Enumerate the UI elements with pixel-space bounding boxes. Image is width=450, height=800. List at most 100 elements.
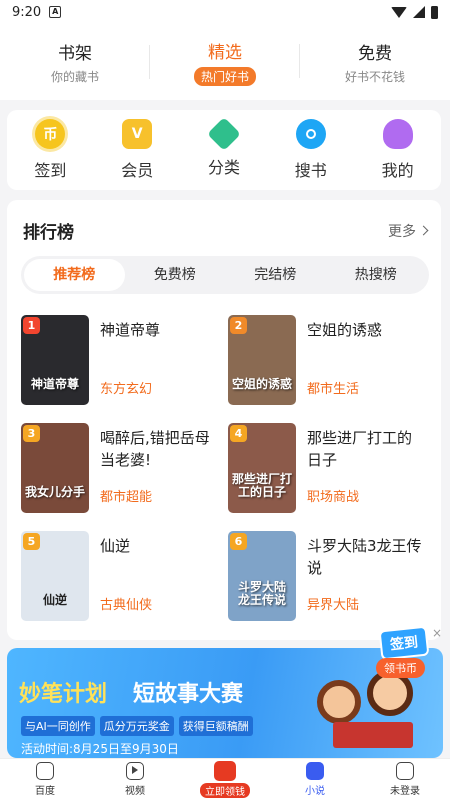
float-sign-label: 签到 [378, 625, 430, 661]
book-cover: 5 仙逆 [21, 531, 89, 621]
banner-pill: 获得巨额稿酬 [178, 716, 253, 736]
nav-label: 未登录 [390, 786, 420, 797]
status-bar: 9:20 A [0, 0, 450, 24]
banner-pills: 与AI一同创作 瓜分万元奖金 获得巨额稿酬 [21, 716, 253, 736]
rank-badge: 6 [230, 533, 247, 550]
tab-title: 免费 [358, 44, 392, 64]
nav-video[interactable]: 视频 [90, 759, 180, 800]
book-tag: 异界大陆 [307, 598, 360, 613]
top-tabs: 书架 你的藏书 精选 热门好书 免费 好书不花钱 [0, 24, 450, 100]
quick-search[interactable]: 搜书 [267, 119, 354, 181]
ranking-header: 排行榜 更多 [23, 218, 429, 243]
book-tag: 东方玄幻 [100, 382, 153, 397]
floating-sign-in-badge[interactable]: 签到 领书币 [376, 625, 438, 680]
category-layers-icon [207, 117, 241, 151]
tab-bookshelf[interactable]: 书架 你的藏书 [0, 39, 150, 85]
nav-baidu[interactable]: 百度 [0, 759, 90, 800]
book-tag: 古典仙侠 [100, 598, 153, 613]
close-icon[interactable]: × [432, 626, 442, 640]
banner-headline: 短故事大赛 [133, 682, 244, 707]
book-cover: 6 斗罗大陆 龙王传说 [228, 531, 296, 621]
banner-brand: 妙笔计划 [19, 682, 108, 707]
book-tag: 都市超能 [100, 490, 153, 505]
book-item[interactable]: 4 那些进厂打工的日子 那些进厂打工的日子 职场商战 [228, 423, 432, 513]
cover-title: 空姐的诱惑 [231, 377, 292, 391]
quick-profile[interactable]: 我的 [354, 119, 441, 181]
book-item[interactable]: 6 斗罗大陆 龙王传说 斗罗大陆3龙王传说异界大陆 [228, 531, 432, 621]
novel-book-icon [306, 762, 324, 780]
book-cover: 3 我女儿分手 [21, 423, 89, 513]
book-name: 那些进厂打工的日子 [307, 429, 413, 469]
rank-badge: 5 [23, 533, 40, 550]
book-name: 仙逆 [100, 537, 131, 555]
banner-date: 活动时间:8月25日至9月30日 [21, 742, 179, 756]
rank-badge: 1 [23, 317, 40, 334]
bottom-nav: 百度 视频 立即领钱 小说 未登录 [0, 758, 450, 800]
banner-pill: 瓜分万元奖金 [99, 716, 174, 736]
book-name: 斗罗大陆3龙王传说 [307, 537, 422, 577]
cover-title: 我女儿分手 [24, 485, 85, 499]
tab-featured[interactable]: 精选 热门好书 [150, 38, 300, 86]
book-tag: 职场商战 [307, 490, 360, 505]
quick-links: 币 签到 V 会员 分类 搜书 我的 [7, 110, 441, 190]
profile-icon [382, 119, 413, 149]
nav-account[interactable]: 未登录 [360, 759, 450, 800]
book-cover: 1 神道帝尊 [21, 315, 89, 405]
rank-badge: 3 [23, 425, 40, 442]
banner-pill: 与AI一同创作 [21, 716, 95, 736]
quick-label: 分类 [207, 158, 240, 177]
quick-vip[interactable]: V 会员 [94, 119, 181, 181]
cover-title: 仙逆 [42, 593, 67, 607]
tab-free-rank[interactable]: 免费榜 [125, 259, 226, 291]
book-item[interactable]: 5 仙逆 仙逆 古典仙侠 [21, 531, 225, 621]
red-envelope-icon [214, 761, 236, 781]
cover-title: 神道帝尊 [30, 377, 79, 391]
tab-free[interactable]: 免费 好书不花钱 [300, 39, 450, 85]
tab-hot-search[interactable]: 热搜榜 [326, 259, 427, 291]
more-label: 更多 [388, 223, 416, 240]
baidu-home-icon [36, 762, 54, 780]
book-item[interactable]: 1 神道帝尊 神道帝尊 东方玄幻 [21, 315, 225, 405]
nav-earn-money[interactable]: 立即领钱 [180, 759, 270, 800]
tab-completed[interactable]: 完结榜 [225, 259, 326, 291]
quick-label: 我的 [381, 161, 414, 180]
signal-icon [413, 6, 425, 18]
battery-icon [431, 5, 438, 19]
ranking-card: 排行榜 更多 推荐榜 免费榜 完结榜 热搜榜 1 神道帝尊 神道帝尊 东方玄幻 2空… [7, 200, 441, 640]
book-item[interactable]: 3 我女儿分手 喝醉后,错把岳母当老婆! 都市超能 [21, 423, 225, 513]
book-cover: 4 那些进厂打工的日子 [228, 423, 296, 513]
wifi-icon [391, 6, 407, 18]
sign-in-coin-icon: 币 [35, 119, 66, 149]
nav-label: 立即领钱 [200, 783, 250, 798]
rank-badge: 4 [230, 425, 247, 442]
quick-label: 签到 [34, 161, 67, 180]
ranking-title: 排行榜 [23, 223, 74, 243]
tab-title: 书架 [58, 44, 92, 64]
tab-subtitle: 你的藏书 [50, 70, 99, 84]
ranking-tabs: 推荐榜 免费榜 完结榜 热搜榜 [21, 256, 429, 294]
nav-label: 百度 [35, 786, 55, 797]
tab-title: 精选 [208, 43, 242, 63]
cover-title: 那些进厂打工的日子 [231, 472, 292, 499]
status-time: 9:20 [12, 4, 42, 20]
ranking-more-link[interactable]: 更多 [388, 221, 429, 241]
book-name: 空姐的诱惑 [307, 321, 383, 339]
tab-subtitle: 好书不花钱 [344, 70, 405, 84]
book-item[interactable]: 2 空姐的诱惑 空姐的诱惑 都市生活 [228, 315, 432, 405]
cover-title: 斗罗大陆 龙王传说 [237, 580, 286, 607]
chevron-right-icon [418, 225, 429, 236]
quick-category[interactable]: 分类 [181, 117, 268, 178]
book-name: 喝醉后,错把岳母当老婆! [100, 429, 210, 469]
user-face-icon [396, 762, 414, 780]
quick-label: 搜书 [294, 161, 327, 180]
nav-label: 小说 [305, 786, 325, 797]
tab-recommended[interactable]: 推荐榜 [24, 259, 125, 291]
rank-badge: 2 [230, 317, 247, 334]
video-play-icon [126, 762, 144, 780]
book-name: 神道帝尊 [100, 321, 161, 339]
nav-novel[interactable]: 小说 [270, 759, 360, 800]
nav-label: 视频 [125, 786, 145, 797]
book-cover: 2 空姐的诱惑 [228, 315, 296, 405]
float-coin-label: 领书币 [376, 658, 425, 678]
quick-sign-in[interactable]: 币 签到 [7, 119, 94, 181]
